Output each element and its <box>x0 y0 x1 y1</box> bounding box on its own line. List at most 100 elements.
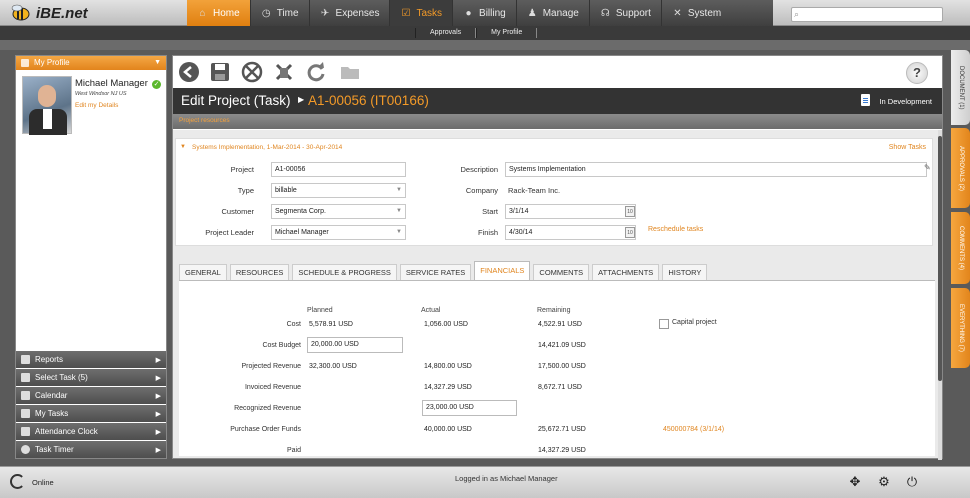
back-icon[interactable] <box>178 61 200 83</box>
calendar-icon[interactable]: 10 <box>625 206 635 217</box>
grid-icon <box>21 427 30 436</box>
recognized-revenue-field[interactable]: 23,000.00 USD <box>422 400 517 416</box>
power-icon[interactable]: ⏻ <box>904 474 920 490</box>
search-icon: ⌕ <box>794 9 800 19</box>
cost-planned: 5,578.91 USD <box>309 321 353 328</box>
title-bar: Edit Project (Task) ▶ A1-00056 (IT00166)… <box>173 88 942 114</box>
side-item-label: Select Task (5) <box>35 373 88 382</box>
calendar-icon[interactable]: 10 <box>625 227 635 238</box>
show-tasks-link[interactable]: Show Tasks <box>889 144 926 151</box>
folder-icon[interactable] <box>339 61 361 83</box>
chevron-down-icon[interactable]: ▼ <box>180 144 186 150</box>
project-label: Project <box>230 165 254 174</box>
company-label: Company <box>465 186 498 195</box>
po-funds-remaining: 25,672.71 USD <box>538 426 586 433</box>
capital-project-label: Capital project <box>672 319 717 326</box>
row-label: Cost Budget <box>262 342 301 349</box>
side-item-task-timer[interactable]: Task Timer ▶ <box>16 441 166 458</box>
project-leader-select[interactable]: Michael Manager <box>271 225 406 240</box>
row-label: Recognized Revenue <box>234 405 301 412</box>
document-icon <box>861 94 870 106</box>
nav-support[interactable]: ☊ Support <box>590 0 662 26</box>
side-item-label: My Tasks <box>35 409 69 418</box>
chevron-right-icon: ▶ <box>155 374 161 382</box>
search-input[interactable] <box>791 7 943 22</box>
nav-system[interactable]: ✕ System <box>662 0 731 26</box>
project-leader-label: Project Leader <box>205 228 254 237</box>
side-item-my-tasks[interactable]: My Tasks ▶ <box>16 405 166 422</box>
capital-project-checkbox[interactable] <box>659 319 669 329</box>
clock-icon: ◷ <box>261 7 271 19</box>
start-date-field[interactable]: 3/1/14 <box>505 204 636 219</box>
my-profile-header[interactable]: My Profile ▼ <box>16 56 166 70</box>
tab-history[interactable]: HISTORY <box>662 264 708 280</box>
chevron-right-icon: ▶ <box>155 410 161 418</box>
project-code: A1-00056 (IT00166) <box>308 93 429 108</box>
paid-remaining: 14,327.29 USD <box>538 447 586 454</box>
reschedule-tasks-link[interactable]: Reschedule tasks <box>648 226 703 233</box>
tab-general[interactable]: GENERAL <box>179 264 227 280</box>
description-label: Description <box>460 165 498 174</box>
cost-budget-remaining: 14,421.09 USD <box>538 342 586 349</box>
tab-attachments[interactable]: ATTACHMENTS <box>592 264 660 280</box>
tab-comments-side[interactable]: COMMENTS (4) <box>951 212 970 284</box>
toolbar: ? <box>173 56 942 88</box>
projected-revenue-planned: 32,300.00 USD <box>309 363 357 370</box>
subnav-approvals[interactable]: Approvals <box>415 28 477 38</box>
nav-expenses[interactable]: ✈ Expenses <box>310 0 391 26</box>
project-section: ▼ Systems Implementation, 1-Mar-2014 - 3… <box>175 138 933 246</box>
side-item-reports[interactable]: Reports ▶ <box>16 351 166 368</box>
reports-icon <box>21 355 30 364</box>
gear-icon[interactable]: ⚙ <box>876 474 892 490</box>
bee-logo-icon <box>8 4 32 22</box>
nav-time[interactable]: ◷ Time <box>251 0 310 26</box>
tab-service-rates[interactable]: SERVICE RATES <box>399 264 472 280</box>
project-resources-link[interactable]: Project resources <box>179 117 230 124</box>
logo-text: iBE.net <box>36 4 88 22</box>
sub-header: Project resources <box>173 114 942 129</box>
finish-date-field[interactable]: 4/30/14 <box>505 225 636 240</box>
tab-financials[interactable]: FINANCIALS <box>474 261 531 280</box>
description-field[interactable]: Systems Implementation <box>505 162 927 177</box>
background-band <box>0 40 970 50</box>
edit-icon[interactable]: ✎ <box>924 163 931 172</box>
people-icon: ♟ <box>527 7 537 19</box>
project-field[interactable]: A1-00056 <box>271 162 406 177</box>
scrollbar-thumb[interactable] <box>938 136 942 381</box>
type-select[interactable]: billable <box>271 183 406 198</box>
section-title[interactable]: Systems Implementation, 1-Mar-2014 - 30-… <box>192 144 342 151</box>
chevron-down-icon: ▼ <box>154 59 161 66</box>
tab-document[interactable]: DOCUMENT (1) <box>951 50 970 125</box>
purchase-order-link[interactable]: 450000784 (3/1/14) <box>663 426 724 433</box>
nav-billing[interactable]: ● Billing <box>453 0 517 26</box>
chevron-right-icon: ▶ <box>155 428 161 436</box>
tab-resources[interactable]: RESOURCES <box>229 264 290 280</box>
tab-everything[interactable]: EVERYTHING (7) <box>951 288 970 368</box>
sync-icon[interactable] <box>10 474 25 489</box>
refresh-icon[interactable] <box>305 61 327 83</box>
nav-tasks[interactable]: ☑ Tasks <box>390 0 454 26</box>
cost-budget-field[interactable]: 20,000.00 USD <box>307 337 403 353</box>
side-item-select-task[interactable]: Select Task (5) ▶ <box>16 369 166 386</box>
subnav-my-profile[interactable]: My Profile <box>476 28 538 38</box>
side-item-label: Reports <box>35 355 64 364</box>
tab-approvals[interactable]: APPROVALS (2) <box>951 128 970 208</box>
delete-icon[interactable] <box>273 61 295 83</box>
sub-nav: Approvals My Profile <box>0 26 970 40</box>
logo[interactable]: iBE.net <box>8 4 88 22</box>
edit-details-link[interactable]: Edit my Details <box>75 102 118 109</box>
remaining-header: Remaining <box>537 307 571 314</box>
customer-select[interactable]: Segmenta Corp. <box>271 204 406 219</box>
side-item-calendar[interactable]: Calendar ▶ <box>16 387 166 404</box>
tab-schedule-progress[interactable]: SCHEDULE & PROGRESS <box>292 264 397 280</box>
nav-manage[interactable]: ♟ Manage <box>517 0 590 26</box>
tab-comments[interactable]: COMMENTS <box>533 264 590 280</box>
po-funds-actual: 40,000.00 USD <box>424 426 472 433</box>
nav-home[interactable]: ⌂ Home <box>187 0 251 26</box>
nav-label: Manage <box>542 7 579 19</box>
side-item-attendance-clock[interactable]: Attendance Clock ▶ <box>16 423 166 440</box>
save-icon[interactable] <box>209 61 231 83</box>
cancel-icon[interactable] <box>241 61 263 83</box>
move-icon[interactable]: ✥ <box>847 474 863 490</box>
help-icon[interactable]: ? <box>906 62 928 84</box>
